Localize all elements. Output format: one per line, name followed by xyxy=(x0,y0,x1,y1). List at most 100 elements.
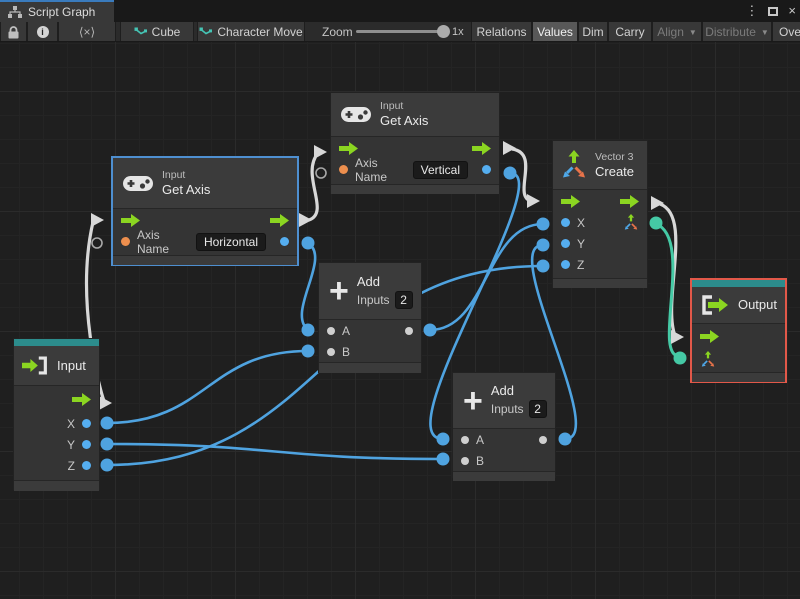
wire-horizontal-result-to-add1-a[interactable] xyxy=(300,241,317,332)
result-output-port[interactable] xyxy=(482,165,491,174)
sum-output-port[interactable] xyxy=(405,326,413,335)
node-category: Input xyxy=(162,168,186,181)
node-footer xyxy=(319,362,421,373)
flow-in-port-icon[interactable] xyxy=(561,194,580,208)
wire-input-x-to-add1-b[interactable] xyxy=(106,349,309,425)
node-header: Input Get Axis xyxy=(113,158,297,209)
node-title: Add xyxy=(490,383,514,398)
port-y-input[interactable] xyxy=(561,239,570,248)
vector3-output-port-icon[interactable] xyxy=(623,214,639,231)
node-output[interactable]: Output xyxy=(690,278,787,383)
node-title: Create xyxy=(595,163,635,179)
flow-out-row xyxy=(14,386,99,413)
flow-port-triangle-vector3-in[interactable] xyxy=(527,194,540,208)
wire-dot[interactable] xyxy=(558,432,572,446)
port-z-input[interactable] xyxy=(561,260,570,269)
flow-port-triangle-vertical-out[interactable] xyxy=(503,141,516,155)
wire-input-y-to-add2-b[interactable] xyxy=(106,442,444,461)
inputs-count-field[interactable]: 2 xyxy=(394,290,413,309)
flow-out-port-icon[interactable] xyxy=(620,194,639,208)
port-label: Y xyxy=(66,437,75,452)
node-footer xyxy=(14,480,99,491)
node-header: + Add Inputs 2 xyxy=(453,373,555,429)
node-header-text: Input Get Axis xyxy=(162,169,210,198)
port-label: X xyxy=(66,416,75,431)
port-x-input[interactable] xyxy=(561,218,570,227)
port-a-input[interactable] xyxy=(327,326,335,335)
node-footer xyxy=(331,184,499,194)
wire-dot[interactable] xyxy=(436,432,450,446)
wire-flow-horizontal-to-vertical[interactable] xyxy=(308,151,320,222)
flow-in-row xyxy=(692,324,785,349)
axis-name-input-port[interactable] xyxy=(339,165,348,174)
port-z-output[interactable] xyxy=(82,461,91,470)
port-x-output[interactable] xyxy=(82,419,91,428)
vector3-input-port-icon[interactable] xyxy=(700,351,716,368)
wire-dot[interactable] xyxy=(301,236,315,250)
flow-port-triangle-horizontal-in[interactable] xyxy=(91,213,104,227)
sum-output-port[interactable] xyxy=(539,435,547,444)
node-add-2[interactable]: + Add Inputs 2 A B xyxy=(452,372,556,481)
wire-dot[interactable] xyxy=(536,238,550,252)
port-label: Z xyxy=(67,458,75,473)
wire-dot[interactable] xyxy=(536,259,550,273)
axis-name-input-port[interactable] xyxy=(121,237,130,246)
port-row-z: Z xyxy=(14,455,99,476)
flow-out-port-icon[interactable] xyxy=(270,213,289,227)
unconnected-port-ring-horizontal[interactable] xyxy=(91,237,103,249)
flow-out-port-icon[interactable] xyxy=(472,141,491,155)
node-vector3-create[interactable]: Vector 3 Create X Y Z xyxy=(552,140,648,288)
port-label: B xyxy=(342,344,351,359)
node-add-1[interactable]: + Add Inputs 2 A B xyxy=(318,262,422,373)
axis-name-value[interactable]: Vertical xyxy=(412,160,468,179)
wire-dot[interactable] xyxy=(100,458,114,472)
flow-port-triangle-output-in[interactable] xyxy=(671,330,684,344)
flow-in-port-icon[interactable] xyxy=(121,213,140,227)
flow-port-triangle-horizontal-out[interactable] xyxy=(299,213,312,227)
port-y-output[interactable] xyxy=(82,440,91,449)
add-icon: + xyxy=(463,381,483,420)
gamepad-icon xyxy=(123,175,153,191)
flow-port-triangle-input-out[interactable] xyxy=(99,396,112,410)
node-get-axis-vertical[interactable]: Input Get Axis Axis Name Vertical xyxy=(330,92,500,194)
port-b-input[interactable] xyxy=(327,347,335,356)
flow-out-port-icon[interactable] xyxy=(72,393,91,406)
node-header: Output xyxy=(692,287,785,324)
io-node-strip xyxy=(14,339,99,346)
axis-name-value[interactable]: Horizontal xyxy=(195,232,266,251)
node-footer xyxy=(453,471,555,481)
node-get-axis-horizontal[interactable]: Input Get Axis Axis Name Horizontal xyxy=(112,157,298,265)
wire-dot[interactable] xyxy=(301,344,315,358)
wire-dot[interactable] xyxy=(423,323,437,337)
axis-name-row: Axis Name Vertical xyxy=(331,156,499,184)
gamepad-icon xyxy=(341,107,371,122)
result-output-port[interactable] xyxy=(280,237,289,246)
port-row-a: A xyxy=(319,320,421,341)
flow-port-triangle-vertical-in[interactable] xyxy=(314,145,327,159)
wire-add1-sum-to-vector3-x[interactable] xyxy=(429,222,544,332)
flow-port-triangle-vector3-out[interactable] xyxy=(651,196,664,210)
port-row-b: B xyxy=(319,341,421,362)
node-header-text: Add Inputs 2 xyxy=(357,274,413,309)
wire-dot[interactable] xyxy=(503,166,517,180)
port-row-y: Y xyxy=(14,434,99,455)
inputs-count-field[interactable]: 2 xyxy=(528,400,547,418)
wire-dot[interactable] xyxy=(536,217,550,231)
unconnected-port-ring-vertical[interactable] xyxy=(315,167,327,179)
node-footer xyxy=(692,372,785,382)
port-b-input[interactable] xyxy=(461,456,469,465)
flow-in-port-icon[interactable] xyxy=(339,141,358,155)
wire-dot[interactable] xyxy=(100,416,114,430)
flow-in-port-icon[interactable] xyxy=(700,330,719,343)
wire-dot-teal[interactable] xyxy=(649,216,663,230)
wire-dot[interactable] xyxy=(436,452,450,466)
port-label: A xyxy=(476,432,485,447)
wire-dot-teal[interactable] xyxy=(673,351,687,365)
node-input[interactable]: Input X Y Z xyxy=(13,338,100,491)
wire-dot[interactable] xyxy=(301,323,315,337)
port-a-input[interactable] xyxy=(461,435,469,444)
wire-dot[interactable] xyxy=(100,437,114,451)
io-node-strip xyxy=(692,280,785,287)
axis-name-row: Axis Name Horizontal xyxy=(113,228,297,256)
input-unit-icon xyxy=(22,356,47,375)
